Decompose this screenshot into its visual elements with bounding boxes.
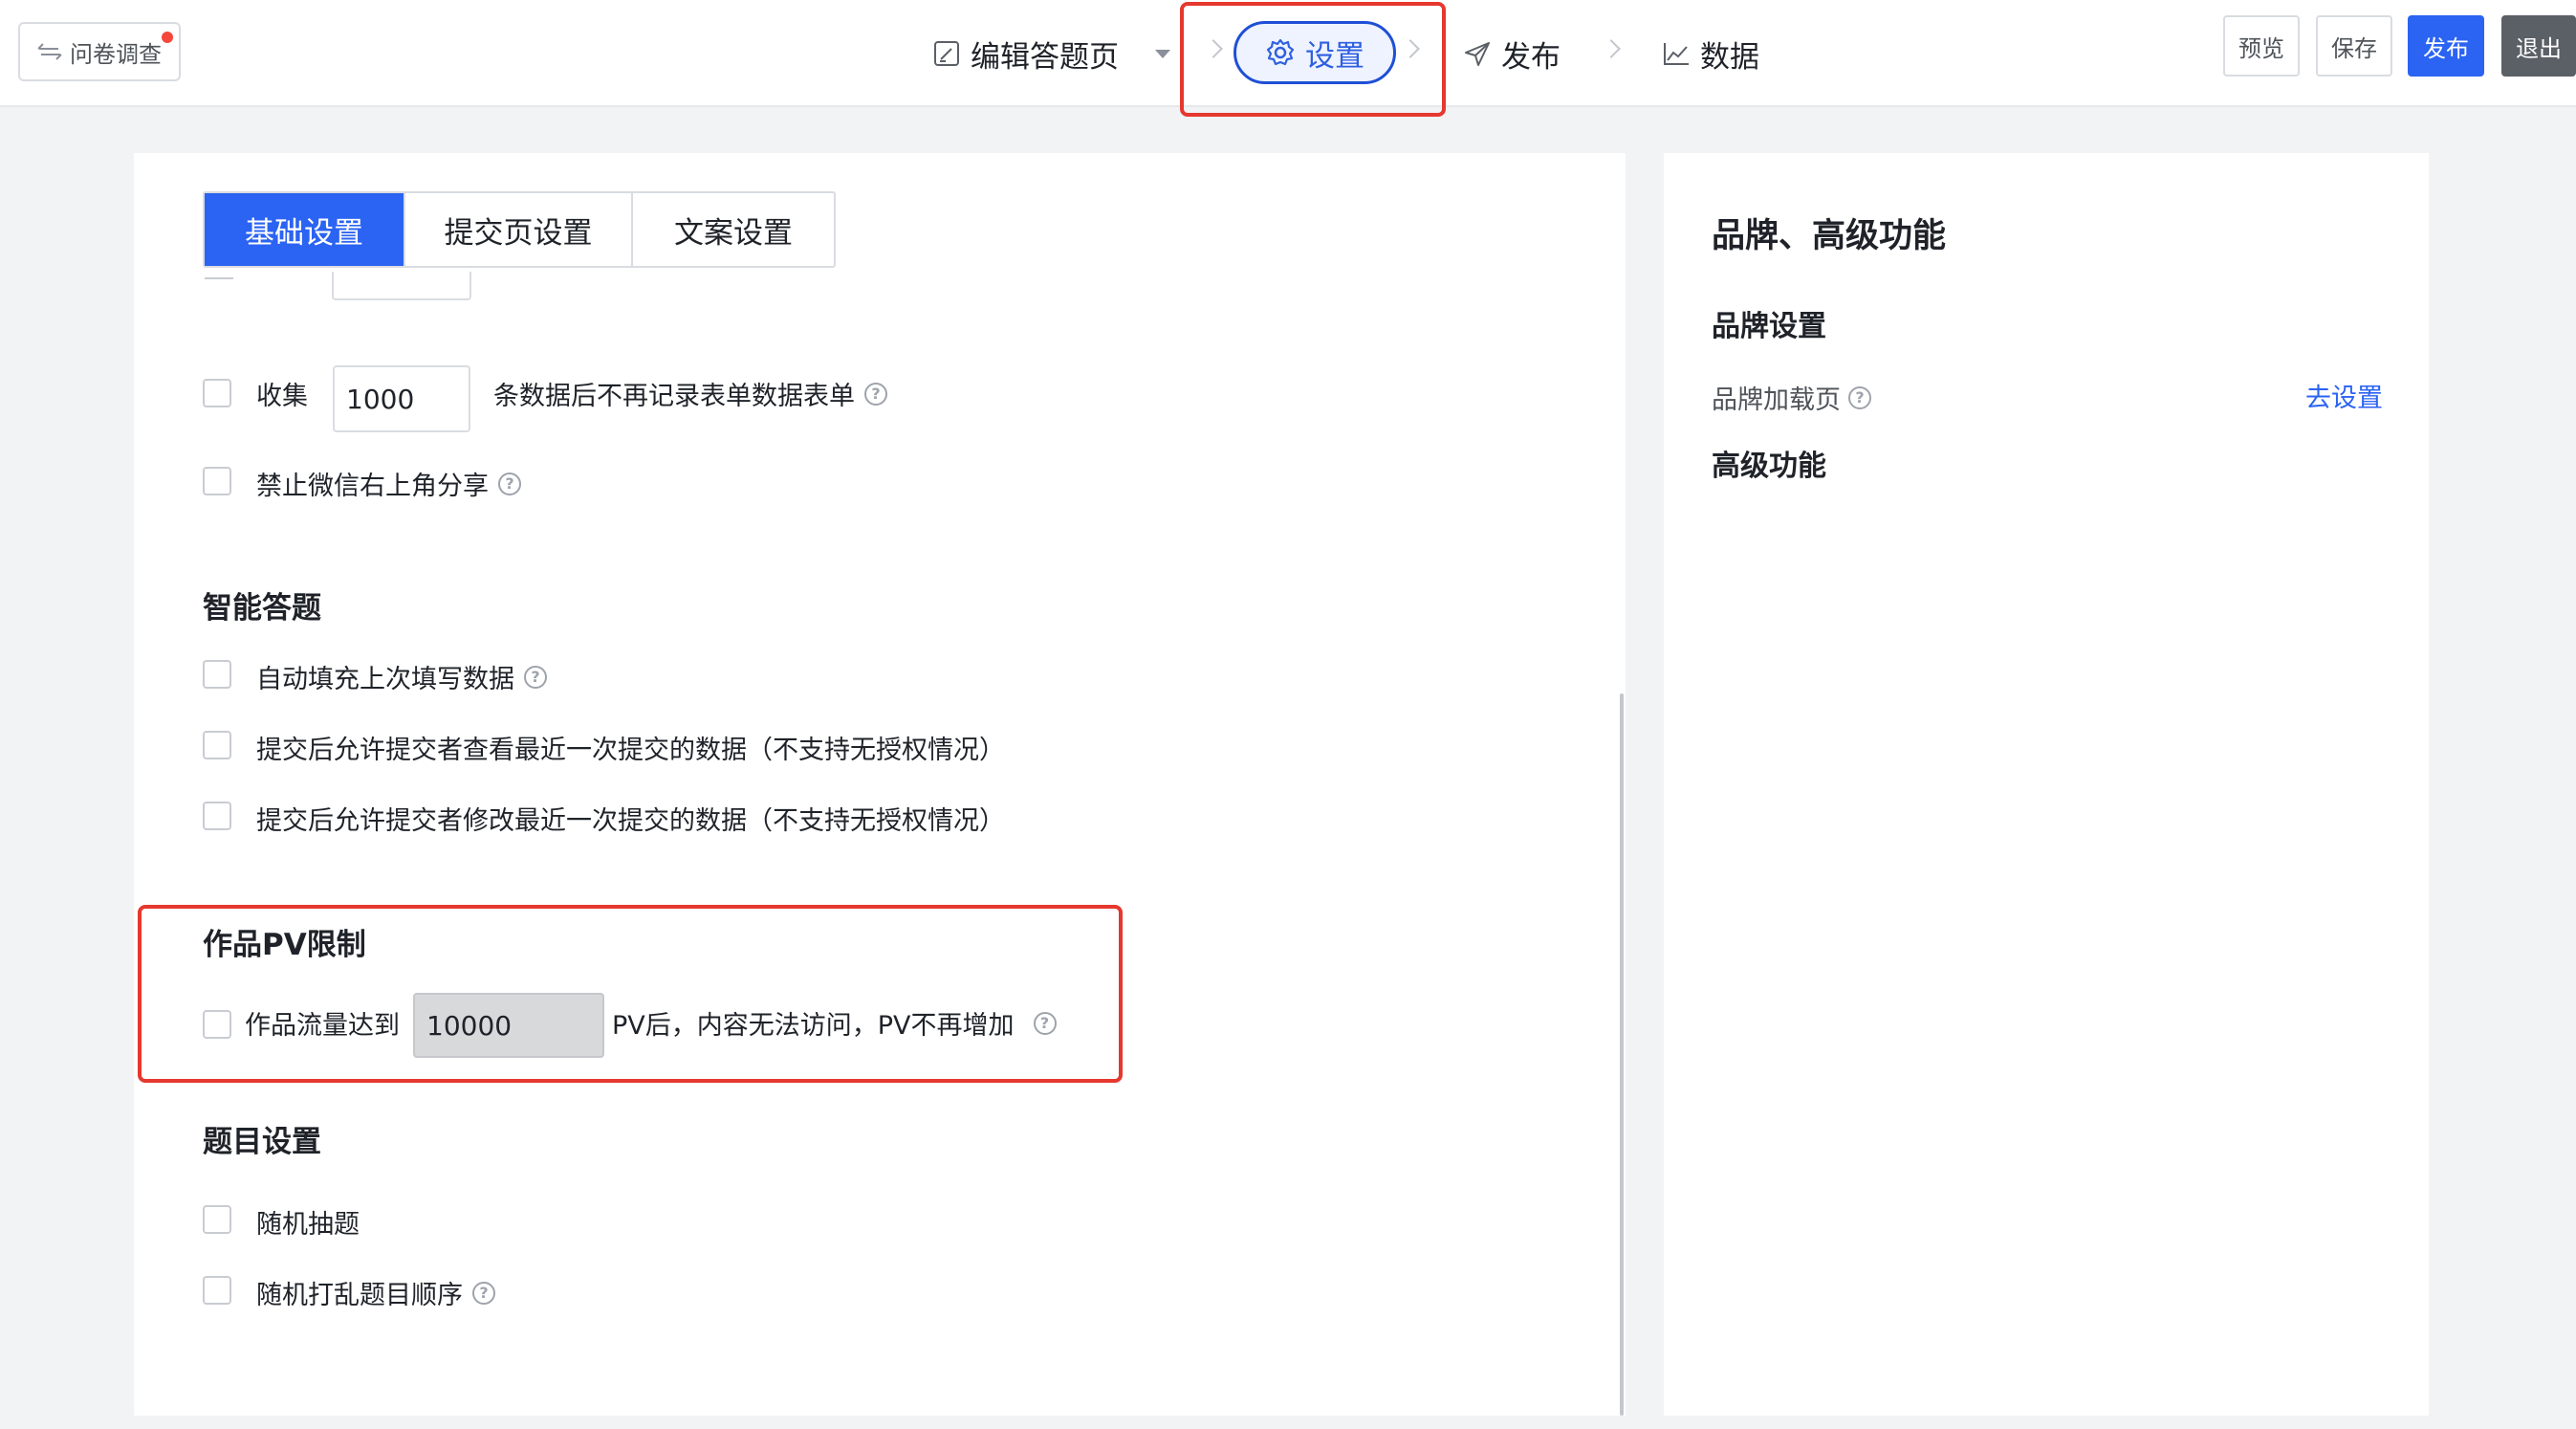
shuffle-order-label: 随机打乱题目顺序	[256, 1281, 463, 1310]
autofill-checkbox[interactable]	[203, 660, 231, 689]
notification-dot	[162, 32, 173, 43]
brand-settings-heading: 品牌设置	[1712, 310, 1826, 343]
view-last-submission-checkbox[interactable]	[203, 731, 231, 759]
step-data-label: 数据	[1700, 39, 1759, 75]
brand-loading-row: 品牌加载页 ?	[1712, 379, 1871, 416]
back-button[interactable]: 问卷调查	[18, 22, 181, 81]
settings-panel: 基础设置 提交页设置 文案设置 收集 1000 条数据后不再记录表单数据表单 ?…	[134, 153, 1626, 1416]
pv-limit-suffix: PV后，内容无法访问，PV不再增加	[612, 1011, 1015, 1041]
swap-arrows-icon	[37, 43, 62, 60]
smart-section-title: 智能答题	[203, 591, 321, 626]
help-icon[interactable]: ?	[1033, 1011, 1057, 1035]
edit-last-submission-checkbox[interactable]	[203, 802, 231, 830]
back-button-label: 问卷调查	[70, 40, 162, 68]
line-chart-icon	[1664, 43, 1689, 65]
step-publish-label: 发布	[1501, 39, 1561, 75]
chevron-right-icon	[1602, 39, 1621, 58]
help-icon[interactable]: ?	[472, 1281, 495, 1305]
random-question-checkbox[interactable]	[203, 1205, 231, 1234]
settings-tabs: 基础设置 提交页设置 文案设置	[203, 191, 836, 268]
tab-submit-page-settings[interactable]: 提交页设置	[405, 193, 633, 266]
pv-limit-prefix: 作品流量达到	[245, 1011, 400, 1041]
help-icon[interactable]: ?	[498, 472, 521, 495]
pv-limit-checkbox[interactable]	[203, 1010, 231, 1039]
edit-icon	[934, 41, 959, 66]
random-question-label: 随机抽题	[256, 1210, 360, 1240]
gear-icon	[1266, 38, 1295, 66]
collect-limit-checkbox[interactable]	[203, 379, 231, 407]
autofill-label: 自动填充上次填写数据	[256, 665, 514, 694]
scrollbar[interactable]	[1620, 693, 1624, 1416]
advanced-features-heading: 高级功能	[1712, 450, 1826, 483]
step-edit-page[interactable]: 编辑答题页	[932, 31, 1170, 77]
brand-loading-label: 品牌加载页	[1712, 385, 1841, 415]
input-clipped[interactable]	[332, 272, 471, 300]
step-publish[interactable]: 发布	[1463, 31, 1561, 77]
collect-limit-input[interactable]: 1000	[333, 365, 470, 432]
tab-basic-settings[interactable]: 基础设置	[205, 193, 405, 266]
step-settings-label: 设置	[1305, 38, 1364, 74]
side-panel-title: 品牌、高级功能	[1712, 217, 1947, 255]
step-settings[interactable]: 设置	[1233, 21, 1396, 84]
pv-limit-suffix-row: PV后，内容无法访问，PV不再增加 ?	[612, 1004, 1057, 1042]
collect-suffix-row: 条数据后不再记录表单数据表单 ?	[493, 375, 887, 412]
collect-prefix: 收集	[256, 382, 308, 411]
step-edit-label: 编辑答题页	[971, 39, 1119, 75]
exit-button[interactable]: 退出	[2501, 15, 2576, 77]
view-last-submission-label: 提交后允许提交者查看最近一次提交的数据（不支持无授权情况）	[256, 736, 1005, 765]
shuffle-order-checkbox[interactable]	[203, 1276, 231, 1305]
disable-share-label: 禁止微信右上角分享	[256, 472, 489, 501]
top-bar: 问卷调查 编辑答题页 设置 发布 数据 预览 保存 发布 退出	[0, 0, 2576, 117]
edit-last-submission-label: 提交后允许提交者修改最近一次提交的数据（不支持无授权情况）	[256, 806, 1005, 836]
disable-share-checkbox[interactable]	[203, 467, 231, 495]
tab-copy-settings[interactable]: 文案设置	[633, 193, 834, 266]
save-button[interactable]: 保存	[2316, 15, 2392, 77]
help-icon[interactable]: ?	[524, 665, 547, 689]
chevron-down-icon[interactable]	[1155, 49, 1170, 58]
send-icon	[1465, 42, 1490, 66]
chevron-right-icon	[1401, 39, 1420, 58]
go-settings-link[interactable]: 去设置	[2305, 377, 2383, 414]
help-icon[interactable]: ?	[1848, 385, 1871, 409]
checkbox-clipped[interactable]	[205, 272, 233, 279]
collect-suffix: 条数据后不再记录表单数据表单	[493, 382, 855, 411]
pv-limit-input[interactable]: 10000	[413, 993, 604, 1058]
autofill-row: 自动填充上次填写数据 ?	[256, 658, 547, 695]
pv-limit-section-title: 作品PV限制	[203, 928, 366, 962]
brand-advanced-panel: 品牌、高级功能 品牌设置 品牌加载页 ? 去设置 高级功能	[1664, 153, 2429, 1416]
disable-share-row: 禁止微信右上角分享 ?	[256, 465, 521, 502]
help-icon[interactable]: ?	[864, 382, 887, 406]
step-data[interactable]: 数据	[1662, 31, 1759, 77]
question-settings-title: 题目设置	[203, 1125, 321, 1159]
shuffle-order-row: 随机打乱题目顺序 ?	[256, 1274, 495, 1311]
preview-button[interactable]: 预览	[2223, 15, 2300, 77]
chevron-right-icon	[1204, 39, 1223, 58]
publish-button[interactable]: 发布	[2408, 15, 2484, 77]
